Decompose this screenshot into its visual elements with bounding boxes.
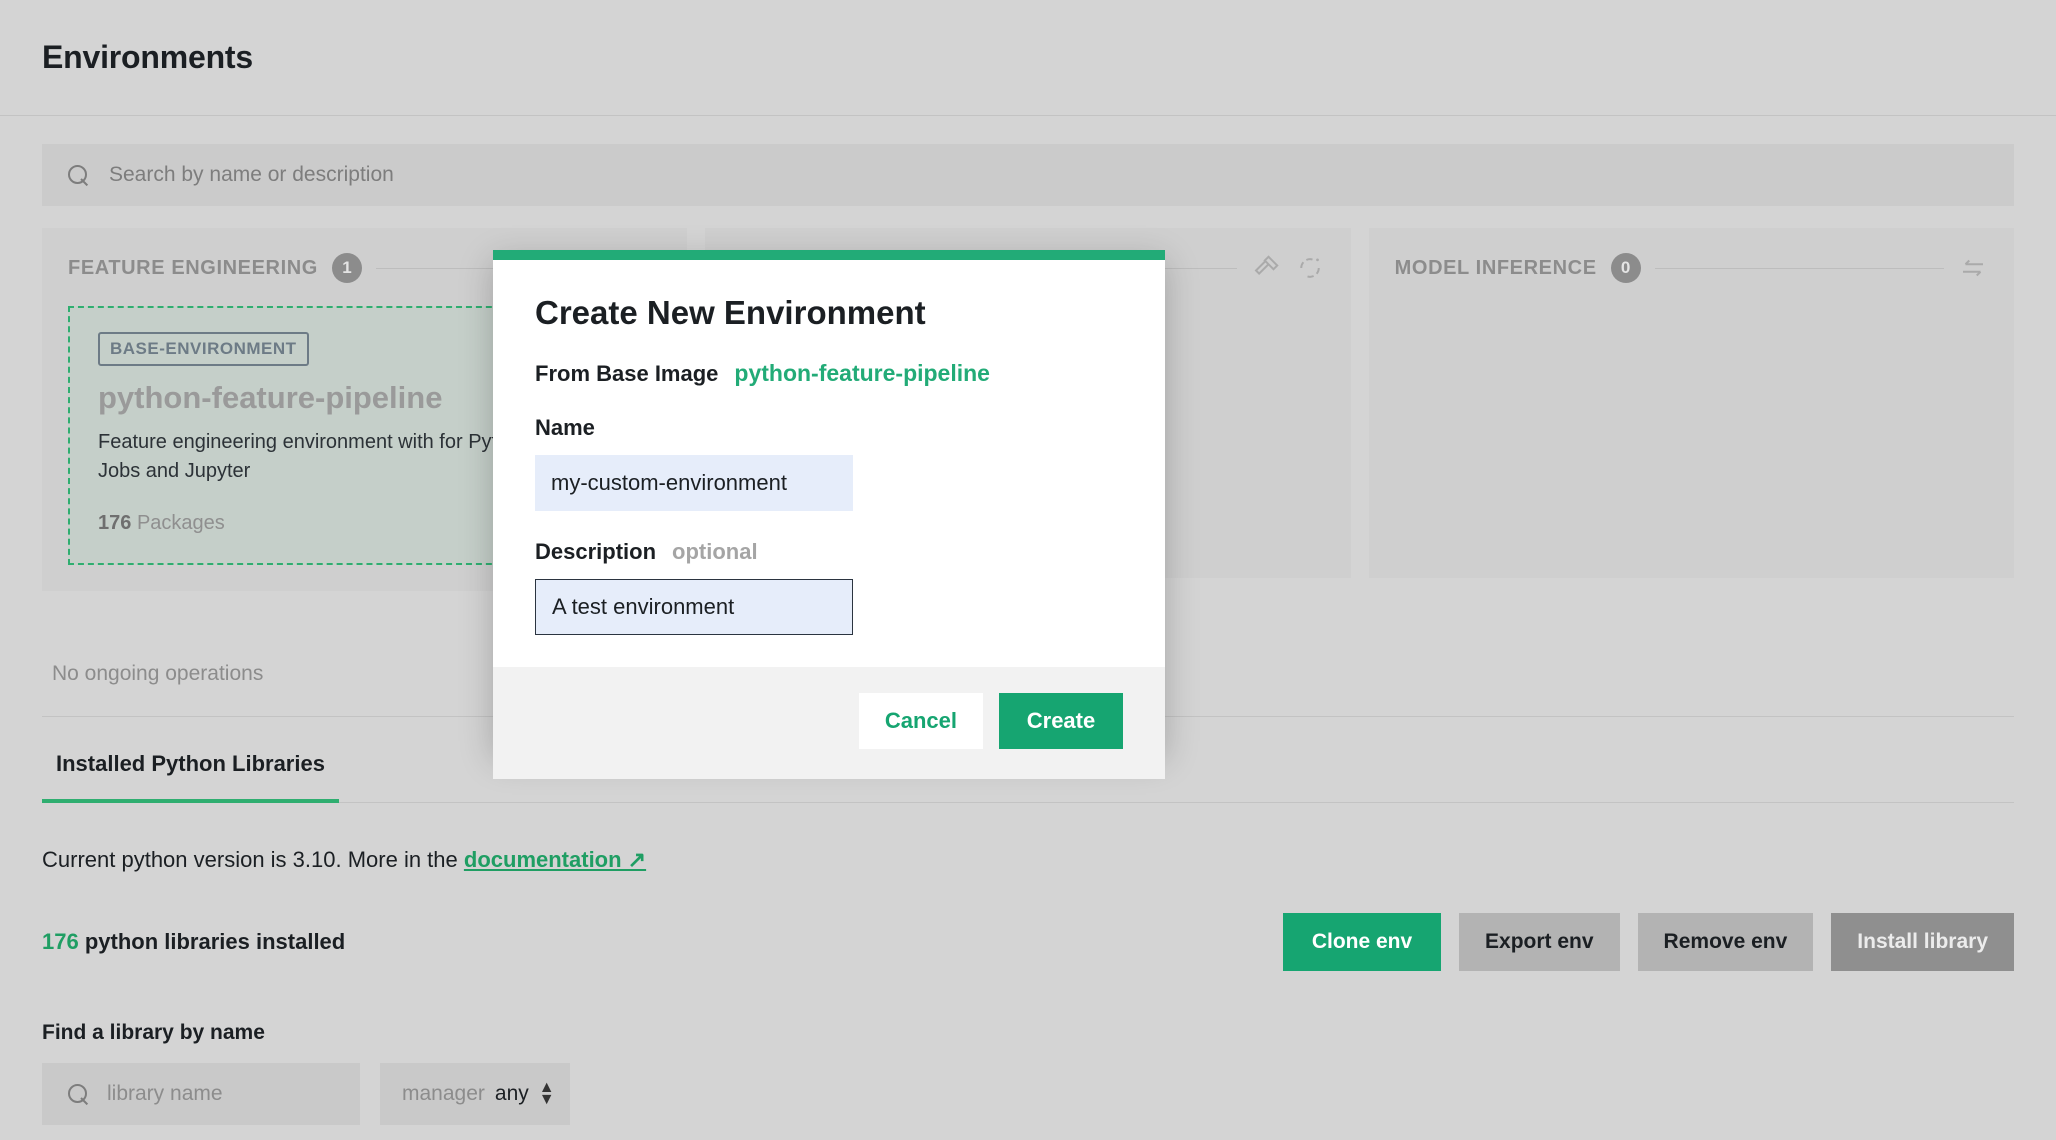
page-title: Environments <box>42 39 253 76</box>
page-header: Environments <box>0 0 2056 116</box>
name-row: Name <box>535 415 1123 441</box>
clone-env-button[interactable]: Clone env <box>1283 913 1441 971</box>
manager-select-value: any <box>495 1082 529 1106</box>
library-name-input[interactable]: library name <box>42 1063 360 1125</box>
modal-title: Create New Environment <box>535 294 1123 332</box>
base-image-row: From Base Image python-feature-pipeline <box>535 360 1123 387</box>
install-library-button[interactable]: Install library <box>1831 913 2014 971</box>
documentation-link[interactable]: documentation ↗ <box>464 847 646 872</box>
installed-count-number: 176 <box>42 929 79 954</box>
library-name-placeholder: library name <box>107 1082 223 1106</box>
manager-select-label: manager <box>402 1082 485 1106</box>
export-env-button[interactable]: Export env <box>1459 913 1620 971</box>
modal-body: Create New Environment From Base Image p… <box>493 260 1165 667</box>
description-row: Description optional <box>535 539 1123 565</box>
column-header: MODEL INFERENCE 0 <box>1395 248 1988 288</box>
column-count-badge: 1 <box>332 253 362 283</box>
column-count-badge: 0 <box>1611 253 1641 283</box>
create-environment-modal: Create New Environment From Base Image p… <box>493 250 1165 779</box>
name-label: Name <box>535 415 595 441</box>
name-field[interactable]: my-custom-environment <box>535 455 853 511</box>
installed-count-label: python libraries installed <box>85 929 345 954</box>
column-title: MODEL INFERENCE <box>1395 257 1597 280</box>
column-title: FEATURE ENGINEERING <box>68 257 318 280</box>
search-placeholder: Search by name or description <box>109 163 394 187</box>
tab-installed-python-libraries[interactable]: Installed Python Libraries <box>42 751 339 803</box>
create-button[interactable]: Create <box>999 693 1123 749</box>
hammer-icon[interactable] <box>1251 253 1281 283</box>
search-section: Search by name or description <box>0 116 2056 206</box>
description-label: Description <box>535 539 656 565</box>
search-icon <box>68 1084 89 1105</box>
base-image-label: From Base Image <box>535 361 718 387</box>
swap-arrows-icon[interactable] <box>1958 253 1988 283</box>
chevron-updown-icon: ▲▼ <box>539 1082 555 1106</box>
python-version-text: Current python version is 3.10. More in … <box>42 847 464 872</box>
modal-accent-bar <box>493 250 1165 260</box>
packages-label: Packages <box>137 512 225 534</box>
libraries-summary-row: 176 python libraries installed Clone env… <box>42 913 2014 971</box>
base-image-value: python-feature-pipeline <box>734 360 990 387</box>
search-input[interactable]: Search by name or description <box>42 144 2014 206</box>
environments-page: Environments Search by name or descripti… <box>0 0 2056 1140</box>
env-action-buttons: Clone env Export env Remove env Install … <box>1283 913 2014 971</box>
installed-libraries-count: 176 python libraries installed <box>42 929 345 955</box>
manager-select[interactable]: manager any ▲▼ <box>380 1063 570 1125</box>
python-version-note: Current python version is 3.10. More in … <box>42 847 2014 873</box>
status-badge: BASE-ENVIRONMENT <box>98 332 309 366</box>
description-field[interactable]: A test environment <box>535 579 853 635</box>
column-model-inference: MODEL INFERENCE 0 <box>1369 228 2014 578</box>
find-library-label: Find a library by name <box>42 1021 2014 1045</box>
modal-footer: Cancel Create <box>493 667 1165 779</box>
packages-count: 176 <box>98 512 131 534</box>
cancel-button[interactable]: Cancel <box>859 693 983 749</box>
refresh-icon[interactable] <box>1295 253 1325 283</box>
description-optional-hint: optional <box>672 539 758 565</box>
search-icon <box>68 165 89 186</box>
find-library-row: library name manager any ▲▼ <box>42 1063 2014 1125</box>
remove-env-button[interactable]: Remove env <box>1638 913 1814 971</box>
divider <box>1655 268 1944 269</box>
